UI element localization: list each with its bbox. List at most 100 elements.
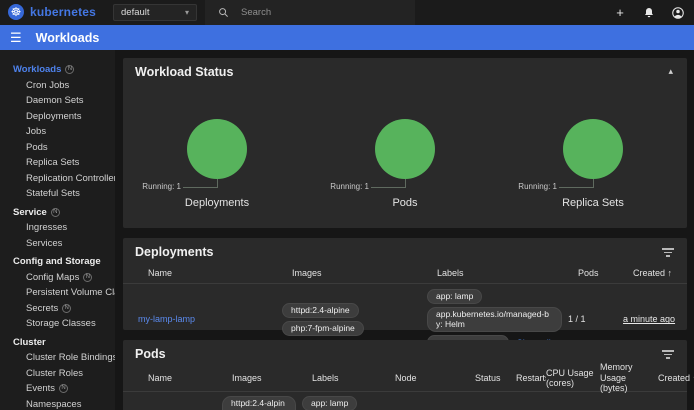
app-bar: ☰ Workloads [0,25,694,50]
notifications-button[interactable] [641,5,657,21]
chart-title: Replica Sets [499,197,687,209]
col-header-name[interactable]: Name [148,268,292,278]
sidebar-item-pods[interactable]: Pods [0,140,115,156]
main-content: Workload Status ▴ Running: 1 Deployments… [115,50,694,410]
namespaced-badge-icon: N [65,65,74,74]
pie-callout-label: Running: 1 [142,182,181,191]
sidebar-item-replica-sets[interactable]: Replica Sets [0,155,115,171]
pod-images: httpd:2.4-alpine php:7-fpm-alpine [222,394,302,410]
menu-icon[interactable]: ☰ [10,30,22,46]
sidebar-item-config-maps[interactable]: Config Maps N [0,270,115,286]
callout-line [593,179,594,188]
pods-header-row: Name Images Labels Node Status Restarts … [123,365,687,391]
page-title: Workloads [36,31,100,45]
plus-icon: + [616,6,624,19]
sidebar-item-namespaces[interactable]: Namespaces [0,397,115,410]
pods-title: Pods [123,340,687,365]
pod-labels: app: lamp pod-template-hash: 5fd985cf68 [302,394,385,410]
namespaced-badge-icon: N [59,384,68,393]
pie-running-segment [187,119,247,179]
search-input[interactable] [241,7,391,18]
kubernetes-dashboard: ☸ kubernetes default ▾ + [0,0,694,410]
namespace-selector[interactable]: default ▾ [113,4,197,21]
brand-name: kubernetes [30,5,96,19]
account-button[interactable] [670,5,686,21]
col-header-node[interactable]: Node [395,373,475,383]
col-header-created[interactable]: Created ↑ [658,373,694,383]
pie-running-segment [375,119,435,179]
pie-running-segment [563,119,623,179]
sidebar-item-cluster-role-bindings[interactable]: Cluster Role Bindings [0,350,115,366]
col-header-name[interactable]: Name [148,373,232,383]
label-chip: app.kubernetes.io/managed-by: Helm [427,307,562,332]
pie-callout-label: Running: 1 [518,182,557,191]
sidebar-section-config-and-storage: Config and Storage [0,254,115,270]
deployments-title: Deployments [123,238,687,263]
sidebar-item-replication-controllers[interactable]: Replication Controllers [0,171,115,187]
callout-line [371,187,405,188]
sidebar-item-ingresses[interactable]: Ingresses [0,220,115,236]
status-charts: Running: 1 Deployments Running: 1 Pods R… [123,85,687,225]
workload-status-title: Workload Status [123,58,687,83]
sidebar-item-deployments[interactable]: Deployments [0,109,115,125]
top-bar: ☸ kubernetes default ▾ + [0,0,694,25]
sidebar-item-events[interactable]: Events N [0,381,115,397]
col-header-labels[interactable]: Labels [437,268,578,278]
col-header-images[interactable]: Images [232,373,312,383]
callout-line [405,179,406,188]
sidebar-item-secrets[interactable]: Secrets N [0,301,115,317]
label-chip: app: lamp [427,289,482,304]
filter-icon[interactable] [662,350,674,361]
namespaced-badge-icon: N [62,304,71,313]
sidebar-section-cluster: Cluster [0,335,115,351]
sidebar-item-cron-jobs[interactable]: Cron Jobs [0,78,115,94]
col-header-status[interactable]: Status [475,373,516,383]
image-chip: php:7-fpm-alpine [282,321,364,336]
sidebar-item-jobs[interactable]: Jobs [0,124,115,140]
deployments-header-row: Name Images Labels Pods Created ↑ [123,263,687,283]
col-header-restarts[interactable]: Restarts [516,373,546,383]
col-header-images[interactable]: Images [292,268,437,278]
col-header-memory[interactable]: Memory Usage (bytes) [600,362,658,393]
search-icon [218,7,229,18]
sidebar-item-services[interactable]: Services [0,236,115,252]
sidebar-item-cluster-roles[interactable]: Cluster Roles [0,366,115,382]
callout-line [559,187,593,188]
deployment-pods-count: 1 / 1 [568,314,623,324]
chevron-down-icon: ▾ [185,8,189,17]
col-header-labels[interactable]: Labels [312,373,395,383]
created-time-link[interactable]: a minute ago [623,314,675,324]
topbar-actions: + [612,0,694,25]
deployment-images: httpd:2.4-alpine php:7-fpm-alpine [282,301,427,337]
col-header-created[interactable]: Created ↑ [633,268,687,278]
sidebar-nav: Workloads N Cron Jobs Daemon Sets Deploy… [0,50,115,410]
col-header-pods[interactable]: Pods [578,268,633,278]
sidebar-item-daemon-sets[interactable]: Daemon Sets [0,93,115,109]
user-icon [671,6,685,20]
chart-title: Deployments [123,197,311,209]
sidebar-item-workloads[interactable]: Workloads N [0,62,115,78]
deployment-name-link[interactable]: my-lamp-lamp [138,314,282,324]
sort-up-icon: ↑ [668,268,673,278]
collapse-icon[interactable]: ▴ [668,66,673,77]
filter-icon[interactable] [662,248,674,259]
kubernetes-logo[interactable]: ☸ kubernetes [8,4,96,20]
label-chip: app: lamp [302,396,357,410]
sidebar-item-persistent-volume-claims[interactable]: Persistent Volume Claims N [0,285,115,301]
pie-callout-label: Running: 1 [330,182,369,191]
create-resource-button[interactable]: + [612,5,628,21]
deployments-pie-chart: Running: 1 Deployments [123,85,311,225]
chart-title: Pods [311,197,499,209]
sidebar-item-stateful-sets[interactable]: Stateful Sets [0,186,115,202]
kubernetes-helm-icon: ☸ [8,4,24,20]
search-panel [205,0,415,25]
namespaced-badge-icon: N [83,273,92,282]
pod-row[interactable]: my-lamp-lamp-5fd985cf68-jwvz4 httpd:2.4-… [123,392,687,410]
callout-line [183,187,217,188]
sidebar-item-storage-classes[interactable]: Storage Classes [0,316,115,332]
callout-line [217,179,218,188]
col-header-cpu[interactable]: CPU Usage (cores) [546,368,600,389]
deployments-card: Deployments Name Images Labels Pods Crea… [123,238,687,330]
image-chip: httpd:2.4-alpine [222,396,296,410]
sidebar-item-service[interactable]: Service N [0,205,115,221]
